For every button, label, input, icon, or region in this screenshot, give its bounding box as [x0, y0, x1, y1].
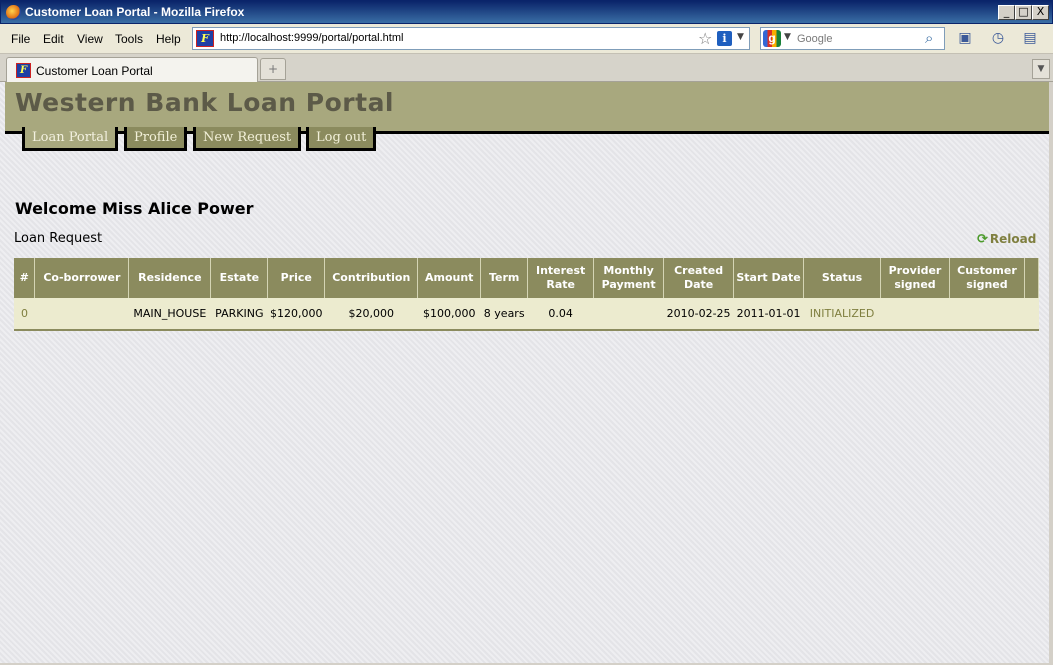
cell-co-borrower [34, 298, 129, 331]
cell-price: $120,000 [267, 298, 325, 331]
url-dropdown-icon[interactable]: ▼ [737, 32, 744, 42]
tab-customer-loan-portal[interactable]: F Customer Loan Portal [6, 57, 258, 82]
col-customer-signed[interactable]: Customer signed [949, 258, 1025, 298]
col-amount[interactable]: Amount [417, 258, 482, 298]
address-bar[interactable]: F http://localhost:9999/portal/portal.ht… [192, 27, 750, 50]
history-clock-icon[interactable]: ◷ [988, 30, 1008, 48]
col-provider-signed[interactable]: Provider signed [880, 258, 950, 298]
search-engine-dropdown-icon[interactable]: ▼ [784, 32, 791, 42]
url-text[interactable]: http://localhost:9999/portal/portal.html [220, 32, 403, 44]
col-status[interactable]: Status [803, 258, 882, 298]
bookmark-star-icon[interactable]: ☆ [698, 29, 712, 48]
reload-link[interactable]: ⟳ Reload [977, 232, 1036, 247]
page-content: Western Bank Loan Portal Loan Portal Pro… [0, 82, 1051, 663]
firefox-icon [6, 5, 21, 20]
welcome-heading: Welcome Miss Alice Power [15, 199, 254, 218]
cell-customer-signed [949, 298, 1025, 331]
page-menu-icon[interactable]: ▤ [1020, 30, 1040, 48]
cell-contribution: $20,000 [324, 298, 418, 331]
cell-amount: $100,000 [417, 298, 481, 331]
nav-new-request[interactable]: New Request [193, 127, 302, 151]
menu-view[interactable]: View [77, 32, 103, 46]
tab-list-dropdown-icon[interactable]: ▼ [1032, 59, 1050, 79]
col-contribution[interactable]: Contribution [324, 258, 419, 298]
search-input[interactable]: Google [797, 33, 832, 45]
tab-favicon-icon: F [16, 63, 31, 78]
maximize-button[interactable]: □ [1015, 5, 1032, 20]
minimize-button[interactable]: _ [998, 5, 1015, 20]
nav-profile[interactable]: Profile [124, 127, 188, 151]
menu-file[interactable]: File [11, 32, 30, 46]
nav-loan-portal[interactable]: Loan Portal [22, 127, 119, 151]
col-monthly-payment[interactable]: Monthly Payment [593, 258, 665, 298]
tab-label: Customer Loan Portal [36, 64, 153, 78]
cell-term: 8 years [480, 298, 528, 331]
cell-provider-signed [880, 298, 950, 331]
page-info-icon[interactable]: i [717, 31, 732, 46]
col-extra [1024, 258, 1040, 298]
col-interest-rate[interactable]: Interest Rate [527, 258, 595, 298]
site-title: Western Bank Loan Portal [15, 88, 395, 117]
google-engine-icon[interactable]: g [763, 30, 781, 47]
col-index[interactable]: # [14, 258, 36, 298]
search-icon[interactable]: ⌕ [925, 29, 933, 47]
col-term[interactable]: Term [480, 258, 529, 298]
cell-status: INITIALIZED [803, 298, 881, 331]
reload-label: Reload [989, 232, 1037, 246]
addon-icon[interactable]: ▣ [955, 30, 975, 48]
cell-extra [1024, 298, 1039, 331]
menu-edit[interactable]: Edit [43, 32, 64, 46]
cell-start-date: 2011-01-01 [733, 298, 804, 331]
menu-help[interactable]: Help [156, 32, 181, 46]
loan-table: # Co-borrower Residence Estate Price Con… [14, 258, 1040, 331]
loan-request-heading: Loan Request [14, 231, 103, 246]
site-favicon-icon: F [196, 30, 214, 47]
cell-interest-rate: 0.04 [527, 298, 594, 331]
reload-icon: ⟳ [977, 232, 988, 247]
tab-strip: F Customer Loan Portal + ▼ [0, 54, 1053, 82]
table-row[interactable]: 0 MAIN_HOUSE PARKING $120,000 $20,000 $1… [14, 298, 1039, 331]
cell-index[interactable]: 0 [14, 298, 35, 331]
search-bar[interactable]: g ▼ Google ⌕ [760, 27, 945, 50]
cell-created-date: 2010-02-25 [663, 298, 734, 331]
window-titlebar: Customer Loan Portal - Mozilla Firefox _… [0, 0, 1053, 24]
new-tab-button[interactable]: + [260, 58, 286, 80]
table-header-row: # Co-borrower Residence Estate Price Con… [14, 258, 1040, 298]
col-estate[interactable]: Estate [210, 258, 269, 298]
cell-monthly-payment [593, 298, 664, 331]
cell-residence: MAIN_HOUSE [128, 298, 211, 331]
close-button[interactable]: X [1032, 5, 1049, 20]
menu-tools[interactable]: Tools [115, 32, 143, 46]
col-created-date[interactable]: Created Date [663, 258, 735, 298]
col-price[interactable]: Price [267, 258, 326, 298]
nav-log-out[interactable]: Log out [306, 127, 377, 151]
window-title: Customer Loan Portal - Mozilla Firefox [25, 5, 245, 19]
col-start-date[interactable]: Start Date [733, 258, 805, 298]
col-co-borrower[interactable]: Co-borrower [34, 258, 130, 298]
cell-estate: PARKING [210, 298, 268, 331]
col-residence[interactable]: Residence [128, 258, 212, 298]
